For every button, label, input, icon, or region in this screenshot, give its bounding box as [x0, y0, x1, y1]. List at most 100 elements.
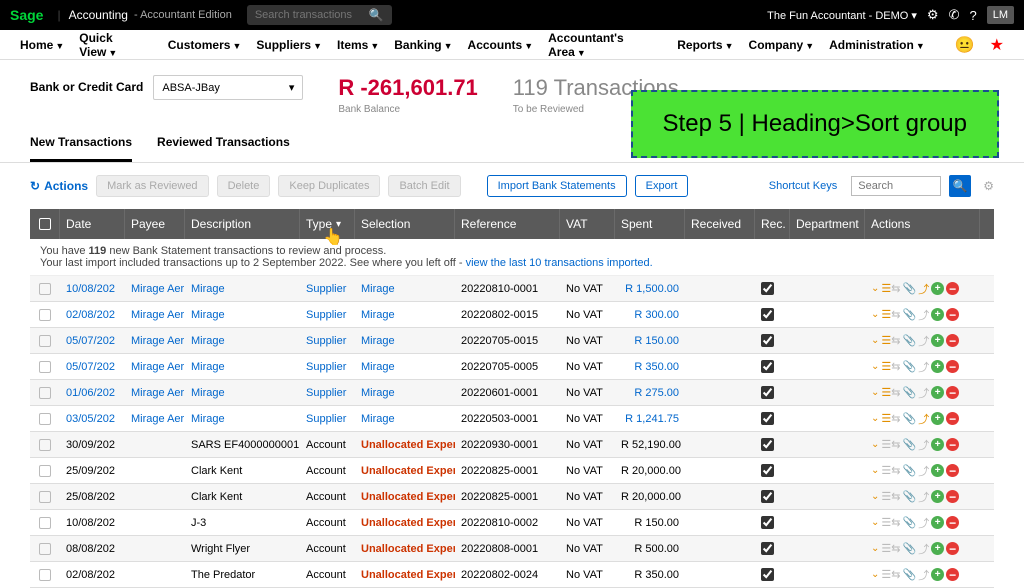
row-payee[interactable]: [125, 562, 185, 587]
star-icon[interactable]: ★: [990, 35, 1004, 55]
row-vat[interactable]: No VAT: [560, 536, 615, 561]
share-icon[interactable]: ⤴: [918, 359, 929, 375]
expand-icon[interactable]: ⌄: [871, 309, 879, 320]
row-description[interactable]: Mirage: [185, 380, 300, 405]
row-rec[interactable]: [755, 562, 790, 587]
remove-icon[interactable]: −: [946, 334, 959, 347]
remove-icon[interactable]: −: [946, 490, 959, 503]
bars-icon[interactable]: ☰: [881, 568, 889, 581]
help-icon[interactable]: ?: [969, 8, 976, 23]
swap-icon[interactable]: ⇆: [891, 516, 900, 529]
row-date[interactable]: 01/06/202: [60, 380, 125, 405]
row-reference[interactable]: 20220825-0001: [455, 458, 560, 483]
row-selection[interactable]: Mirage: [355, 354, 455, 379]
row-description[interactable]: Mirage: [185, 302, 300, 327]
remove-icon[interactable]: −: [946, 542, 959, 555]
header-rec[interactable]: Rec.: [755, 209, 790, 239]
row-rec[interactable]: [755, 380, 790, 405]
bars-icon[interactable]: ☰: [881, 516, 889, 529]
swap-icon[interactable]: ⇆: [891, 542, 900, 555]
bars-icon[interactable]: ☰: [881, 308, 889, 321]
row-rec[interactable]: [755, 302, 790, 327]
row-department[interactable]: [790, 458, 865, 483]
remove-icon[interactable]: −: [946, 386, 959, 399]
row-payee[interactable]: Mirage Aer: [125, 406, 185, 431]
row-payee[interactable]: [125, 510, 185, 535]
add-icon[interactable]: +: [931, 282, 944, 295]
header-checkbox[interactable]: [30, 209, 60, 239]
row-rec[interactable]: [755, 406, 790, 431]
row-rec[interactable]: [755, 536, 790, 561]
row-vat[interactable]: No VAT: [560, 276, 615, 301]
row-department[interactable]: [790, 406, 865, 431]
row-checkbox[interactable]: [39, 413, 51, 425]
row-selection[interactable]: Unallocated Expense: [355, 510, 455, 535]
share-icon[interactable]: ⤴: [918, 541, 929, 557]
row-vat[interactable]: No VAT: [560, 406, 615, 431]
share-icon[interactable]: ⤴: [918, 567, 929, 583]
menu-suppliers[interactable]: Suppliers▼: [256, 38, 322, 52]
row-reference[interactable]: 20220705-0015: [455, 328, 560, 353]
attach-icon[interactable]: 📎: [902, 360, 916, 373]
row-date[interactable]: 02/08/202: [60, 302, 125, 327]
row-date[interactable]: 30/09/202: [60, 432, 125, 457]
attach-icon[interactable]: 📎: [902, 386, 916, 399]
header-date[interactable]: Date: [60, 209, 125, 239]
add-icon[interactable]: +: [931, 464, 944, 477]
row-vat[interactable]: No VAT: [560, 328, 615, 353]
settings-icon[interactable]: ⚙: [983, 179, 994, 193]
delete-button[interactable]: Delete: [217, 175, 271, 197]
expand-icon[interactable]: ⌄: [871, 465, 879, 476]
row-date[interactable]: 05/07/202: [60, 328, 125, 353]
search-icon[interactable]: 🔍: [369, 8, 384, 22]
swap-icon[interactable]: ⇆: [891, 386, 900, 399]
row-vat[interactable]: No VAT: [560, 458, 615, 483]
row-department[interactable]: [790, 432, 865, 457]
batch-edit-button[interactable]: Batch Edit: [388, 175, 460, 197]
expand-icon[interactable]: ⌄: [871, 569, 879, 580]
row-payee[interactable]: Mirage Aer: [125, 354, 185, 379]
row-checkbox[interactable]: [39, 283, 51, 295]
share-icon[interactable]: ⤴: [918, 281, 929, 297]
row-type[interactable]: Supplier: [300, 380, 355, 405]
swap-icon[interactable]: ⇆: [891, 282, 900, 295]
gear-icon[interactable]: ⚙: [927, 7, 939, 23]
row-payee[interactable]: [125, 484, 185, 509]
row-type[interactable]: Account: [300, 458, 355, 483]
tab-reviewed-transactions[interactable]: Reviewed Transactions: [157, 125, 290, 162]
row-vat[interactable]: No VAT: [560, 510, 615, 535]
remove-icon[interactable]: −: [946, 438, 959, 451]
row-rec[interactable]: [755, 484, 790, 509]
swap-icon[interactable]: ⇆: [891, 360, 900, 373]
bars-icon[interactable]: ☰: [881, 360, 889, 373]
row-checkbox[interactable]: [39, 465, 51, 477]
row-vat[interactable]: No VAT: [560, 380, 615, 405]
expand-icon[interactable]: ⌄: [871, 491, 879, 502]
row-reference[interactable]: 20220802-0015: [455, 302, 560, 327]
row-type[interactable]: Account: [300, 432, 355, 457]
mark-reviewed-button[interactable]: Mark as Reviewed: [96, 175, 208, 197]
row-checkbox[interactable]: [39, 387, 51, 399]
row-checkbox[interactable]: [39, 517, 51, 529]
menu-quickview[interactable]: Quick View▼: [79, 31, 153, 59]
row-vat[interactable]: No VAT: [560, 562, 615, 587]
row-date[interactable]: 03/05/202: [60, 406, 125, 431]
row-checkbox[interactable]: [39, 543, 51, 555]
expand-icon[interactable]: ⌄: [871, 387, 879, 398]
keep-duplicates-button[interactable]: Keep Duplicates: [278, 175, 380, 197]
expand-icon[interactable]: ⌄: [871, 439, 879, 450]
header-payee[interactable]: Payee: [125, 209, 185, 239]
bars-icon[interactable]: ☰: [881, 334, 889, 347]
row-rec[interactable]: [755, 432, 790, 457]
attach-icon[interactable]: 📎: [902, 542, 916, 555]
import-button[interactable]: Import Bank Statements: [487, 175, 627, 197]
row-reference[interactable]: 20220930-0001: [455, 432, 560, 457]
expand-icon[interactable]: ⌄: [871, 413, 879, 424]
row-rec[interactable]: [755, 458, 790, 483]
header-selection[interactable]: Selection: [355, 209, 455, 239]
row-department[interactable]: [790, 276, 865, 301]
add-icon[interactable]: +: [931, 360, 944, 373]
table-search-input[interactable]: [851, 176, 941, 196]
share-icon[interactable]: ⤴: [918, 307, 929, 323]
header-received[interactable]: Received: [685, 209, 755, 239]
